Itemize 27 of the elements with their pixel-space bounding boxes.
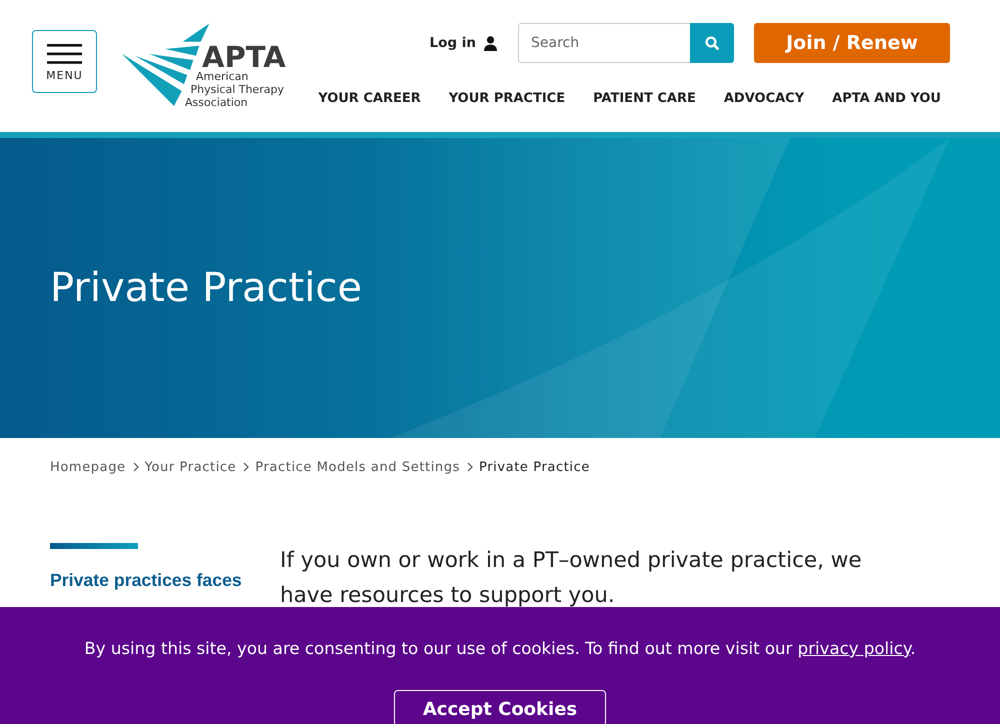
cookie-message: By using this site, you are consenting to our use of cookies. To find out more visit our privacy policy. bbox=[83, 638, 917, 660]
logo-wordmark: APTA bbox=[202, 43, 286, 72]
search-button[interactable] bbox=[690, 23, 734, 63]
nav-link[interactable]: ADVOCACY bbox=[724, 91, 804, 107]
privacy-policy-link[interactable]: privacy policy bbox=[798, 639, 910, 658]
page-title: Private Practice bbox=[50, 264, 362, 312]
logo-subtitle: American Physical Therapy Association bbox=[185, 70, 285, 109]
chevron-icon bbox=[132, 462, 139, 472]
sidebar-heading: Private practices faces bbox=[50, 569, 243, 592]
menu-icon bbox=[47, 44, 82, 64]
accept-cookies-button[interactable]: Accept Cookies bbox=[394, 690, 606, 724]
breadcrumb-link[interactable]: Homepage bbox=[50, 459, 126, 477]
nav-link[interactable]: YOUR PRACTICE bbox=[448, 91, 566, 107]
nav-link[interactable]: APTA AND YOU bbox=[832, 91, 941, 107]
intro-text: If you own or work in a PT–owned private practice, we have resources to support you. bbox=[280, 547, 863, 610]
search-field[interactable]: Search bbox=[518, 23, 690, 63]
breadcrumb-link[interactable]: Your Practice bbox=[144, 459, 236, 477]
nav-link[interactable]: YOUR CAREER bbox=[318, 91, 421, 107]
menu-button[interactable]: MENU bbox=[32, 30, 97, 93]
search-icon bbox=[705, 36, 719, 50]
breadcrumb-link[interactable]: Practice Models and Settings bbox=[255, 459, 460, 477]
nav-link[interactable]: PATIENT CARE bbox=[593, 91, 696, 107]
chevron-icon bbox=[466, 462, 473, 472]
chevron-icon bbox=[243, 462, 250, 472]
user-icon bbox=[484, 36, 497, 50]
login-link[interactable]: Log in bbox=[430, 32, 497, 54]
breadcrumb-current: Private Practice bbox=[478, 459, 590, 477]
